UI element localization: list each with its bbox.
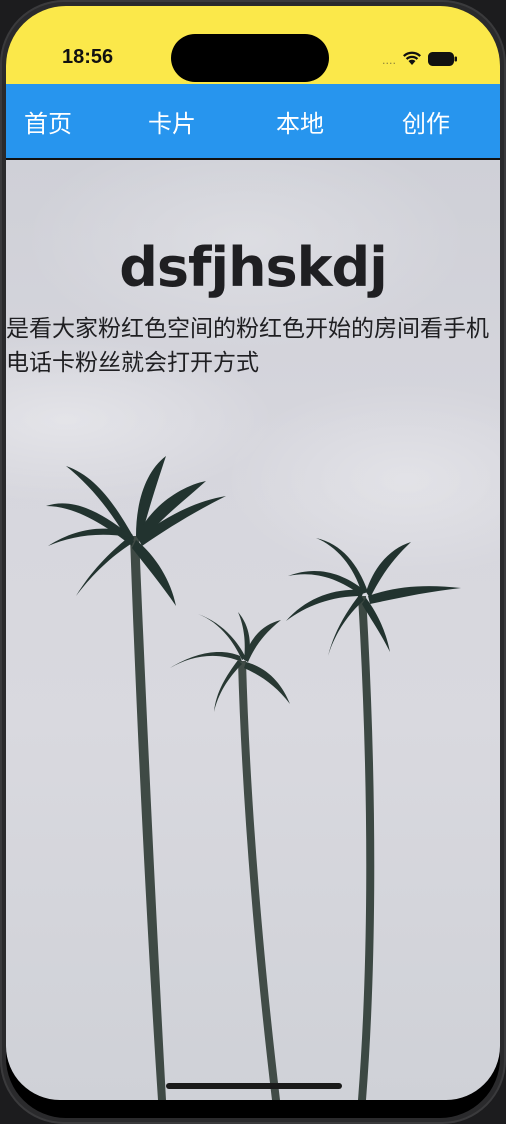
status-bar: 18:56 .... <box>6 6 500 84</box>
wifi-icon <box>402 50 422 70</box>
nav-item-create[interactable]: 创作 <box>402 104 450 139</box>
app-viewport: 18:56 .... 首页 卡片 本地 创作 dsfjhskdj 是看大家粉红色… <box>6 6 500 1100</box>
cellular-signal: .... <box>382 53 396 67</box>
palm-trees-image <box>46 456 461 1100</box>
nav-item-cards[interactable]: 卡片 <box>148 104 196 139</box>
nav-item-local[interactable]: 本地 <box>276 104 324 139</box>
battery-icon <box>428 51 458 70</box>
dynamic-island <box>171 34 329 82</box>
status-indicators: .... <box>382 50 458 70</box>
status-time: 18:56 <box>62 46 114 68</box>
home-indicator[interactable] <box>166 1083 342 1089</box>
content-title: dsfjhskdj <box>119 236 387 299</box>
screen: 18:56 .... 首页 卡片 本地 创作 dsfjhskdj 是看大家粉红色… <box>6 6 500 1118</box>
nav-item-home[interactable]: 首页 <box>24 104 72 139</box>
top-navigation: 首页 卡片 本地 创作 <box>6 84 500 160</box>
content-description: 是看大家粉红色空间的粉红色开始的房间看手机电话卡粉丝就会打开方式 <box>6 316 489 376</box>
phone-frame: 18:56 .... 首页 卡片 本地 创作 dsfjhskdj 是看大家粉红色… <box>0 0 506 1124</box>
